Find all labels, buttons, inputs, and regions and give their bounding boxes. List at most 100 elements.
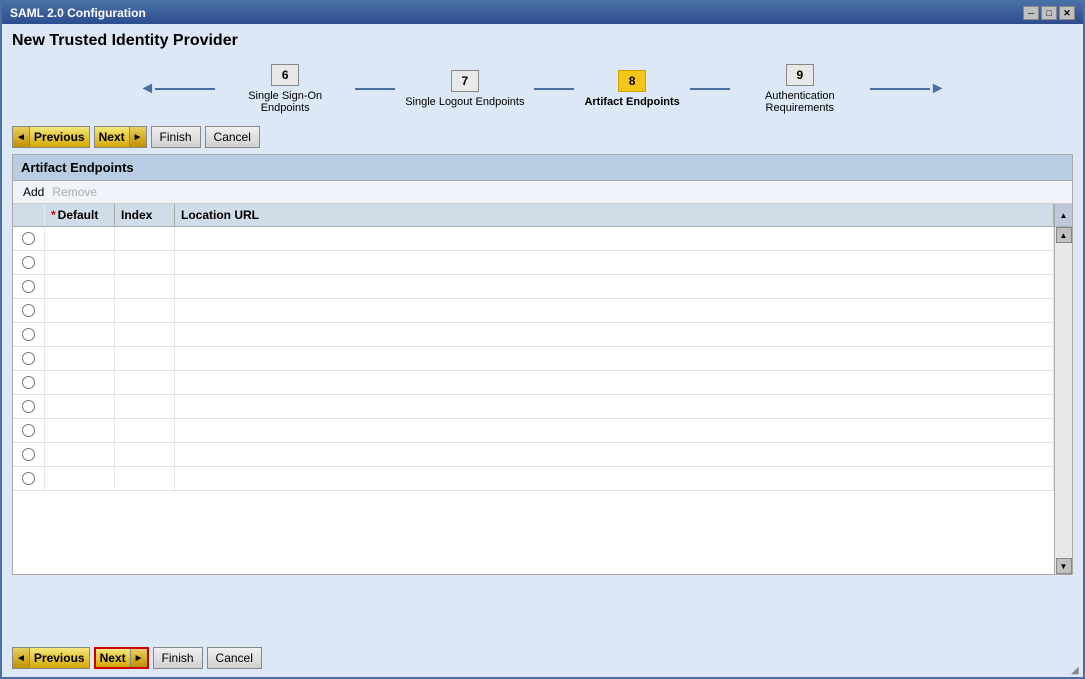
th-location: Location URL xyxy=(175,204,1054,226)
step-line-3 xyxy=(690,88,730,90)
td-index-1 xyxy=(115,227,175,250)
add-button[interactable]: Add xyxy=(21,185,46,199)
previous-arrow-left-bottom: ◄ xyxy=(13,648,30,668)
next-button-bottom[interactable]: Next ► xyxy=(94,647,149,669)
row-radio-10[interactable] xyxy=(22,448,35,461)
td-index-2 xyxy=(115,251,175,274)
row-radio-7[interactable] xyxy=(22,376,35,389)
td-default-5 xyxy=(45,323,115,346)
td-location-10 xyxy=(175,443,1054,466)
title-bar-buttons: ─ □ ✕ xyxy=(1023,6,1075,20)
td-default-4 xyxy=(45,299,115,322)
scroll-up-button[interactable]: ▲ xyxy=(1056,227,1072,243)
previous-button-bottom[interactable]: ◄ Previous xyxy=(12,647,90,669)
td-select-4[interactable] xyxy=(13,299,45,322)
close-button[interactable]: ✕ xyxy=(1059,6,1075,20)
minimize-button[interactable]: ─ xyxy=(1023,6,1039,20)
row-radio-8[interactable] xyxy=(22,400,35,413)
table-row xyxy=(13,371,1054,395)
panel-toolbar: Add Remove xyxy=(13,181,1072,204)
table-body: ▲ ▼ xyxy=(13,227,1072,574)
td-select-5[interactable] xyxy=(13,323,45,346)
step-8: 8 Artifact Endpoints xyxy=(584,70,679,108)
cancel-button-bottom[interactable]: Cancel xyxy=(207,647,262,669)
td-select-6[interactable] xyxy=(13,347,45,370)
window-title: SAML 2.0 Configuration xyxy=(10,6,146,20)
th-scroll-top[interactable]: ▲ xyxy=(1054,204,1072,226)
finish-button-top[interactable]: Finish xyxy=(151,126,201,148)
step-line-1 xyxy=(355,88,395,90)
page-title: New Trusted Identity Provider xyxy=(12,32,1073,50)
table-rows-container xyxy=(13,227,1054,574)
row-radio-5[interactable] xyxy=(22,328,35,341)
td-default-1 xyxy=(45,227,115,250)
td-select-7[interactable] xyxy=(13,371,45,394)
step-7-label: Single Logout Endpoints xyxy=(405,96,524,108)
cancel-button-top[interactable]: Cancel xyxy=(205,126,260,148)
resize-handle[interactable]: ◢ xyxy=(1071,665,1083,677)
td-index-3 xyxy=(115,275,175,298)
td-default-8 xyxy=(45,395,115,418)
td-select-9[interactable] xyxy=(13,419,45,442)
row-radio-2[interactable] xyxy=(22,256,35,269)
row-radio-9[interactable] xyxy=(22,424,35,437)
td-index-7 xyxy=(115,371,175,394)
step-8-number: 8 xyxy=(618,70,646,92)
row-radio-1[interactable] xyxy=(22,232,35,245)
next-button-top[interactable]: Next ► xyxy=(94,126,147,148)
td-index-8 xyxy=(115,395,175,418)
remove-button[interactable]: Remove xyxy=(50,185,99,199)
title-bar: SAML 2.0 Configuration ─ □ ✕ xyxy=(2,2,1083,24)
td-index-11 xyxy=(115,467,175,490)
finish-button-bottom[interactable]: Finish xyxy=(153,647,203,669)
td-default-3 xyxy=(45,275,115,298)
step-line-2 xyxy=(534,88,574,90)
previous-button-top[interactable]: ◄ Previous xyxy=(12,126,90,148)
step-7: 7 Single Logout Endpoints xyxy=(405,70,524,108)
td-select-3[interactable] xyxy=(13,275,45,298)
td-index-5 xyxy=(115,323,175,346)
scroll-down-button[interactable]: ▼ xyxy=(1056,558,1072,574)
table-row xyxy=(13,347,1054,371)
bottom-area xyxy=(12,581,1073,641)
th-index: Index xyxy=(115,204,175,226)
toolbar-top: ◄ Previous Next ► Finish Cancel xyxy=(12,126,1073,148)
previous-label-top: Previous xyxy=(30,130,89,144)
maximize-button[interactable]: □ xyxy=(1041,6,1057,20)
panel-header: Artifact Endpoints xyxy=(13,155,1072,181)
step-7-number: 7 xyxy=(451,70,479,92)
scroll-track: ▲ ▼ xyxy=(1054,227,1072,574)
next-label-top: Next xyxy=(95,130,129,144)
td-location-7 xyxy=(175,371,1054,394)
row-radio-3[interactable] xyxy=(22,280,35,293)
td-select-8[interactable] xyxy=(13,395,45,418)
td-default-7 xyxy=(45,371,115,394)
content-area: New Trusted Identity Provider ◄ 6 Single… xyxy=(2,24,1083,677)
step-6-label: Single Sign-On Endpoints xyxy=(225,90,345,114)
td-location-1 xyxy=(175,227,1054,250)
row-radio-6[interactable] xyxy=(22,352,35,365)
td-select-11[interactable] xyxy=(13,467,45,490)
previous-arrow-left-top: ◄ xyxy=(13,127,30,147)
td-default-10 xyxy=(45,443,115,466)
step-9: 9 Authentication Requirements xyxy=(740,64,860,114)
td-location-8 xyxy=(175,395,1054,418)
step-8-label: Artifact Endpoints xyxy=(584,96,679,108)
row-radio-11[interactable] xyxy=(22,472,35,485)
steps-container: ◄ 6 Single Sign-On Endpoints 7 Single Lo… xyxy=(139,64,945,114)
table-header: *Default Index Location URL ▲ xyxy=(13,204,1072,227)
td-select-10[interactable] xyxy=(13,443,45,466)
td-default-11 xyxy=(45,467,115,490)
td-default-9 xyxy=(45,419,115,442)
next-label-bottom: Next xyxy=(96,651,130,665)
table-row xyxy=(13,227,1054,251)
td-select-1[interactable] xyxy=(13,227,45,250)
td-index-10 xyxy=(115,443,175,466)
th-default: *Default xyxy=(45,204,115,226)
step-6: 6 Single Sign-On Endpoints xyxy=(225,64,345,114)
td-select-2[interactable] xyxy=(13,251,45,274)
td-location-6 xyxy=(175,347,1054,370)
wizard-steps: ◄ 6 Single Sign-On Endpoints 7 Single Lo… xyxy=(12,58,1073,120)
table-row xyxy=(13,323,1054,347)
row-radio-4[interactable] xyxy=(22,304,35,317)
